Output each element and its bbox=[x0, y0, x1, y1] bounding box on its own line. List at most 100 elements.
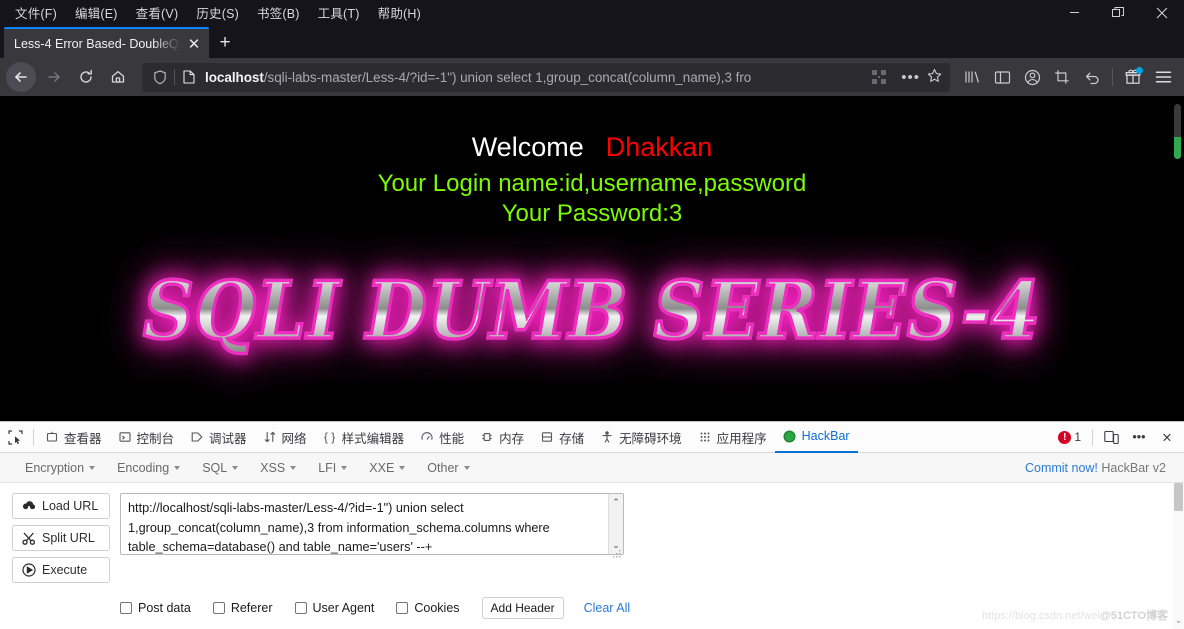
hackbar-menu-sql[interactable]: SQL bbox=[191, 461, 249, 475]
error-count-badge[interactable]: ! 1 bbox=[1058, 430, 1087, 444]
menu-bookmarks[interactable]: 书签(B) bbox=[248, 1, 309, 24]
textarea-scrollbar[interactable]: ⌃ ⌄ bbox=[608, 494, 623, 554]
load-url-button[interactable]: Load URL bbox=[12, 493, 110, 519]
hackbar-menu-xxe[interactable]: XXE bbox=[358, 461, 416, 475]
menu-label: XSS bbox=[260, 460, 286, 475]
new-tab-button[interactable]: + bbox=[209, 27, 241, 58]
hackbar-menu-other[interactable]: Other bbox=[416, 461, 480, 475]
devtools-tab-label: 控制台 bbox=[136, 431, 175, 446]
close-icon[interactable] bbox=[1140, 0, 1184, 25]
bookmark-star-icon[interactable] bbox=[927, 68, 944, 86]
back-button-icon[interactable] bbox=[6, 62, 36, 92]
cloud-download-icon bbox=[21, 500, 36, 512]
url-input-textarea[interactable] bbox=[120, 493, 624, 555]
devtools-tab-console[interactable]: 控制台 bbox=[110, 422, 183, 453]
qr-code-icon[interactable] bbox=[872, 70, 887, 84]
devtools-tab-label: 存储 bbox=[559, 431, 585, 446]
forward-button-icon[interactable] bbox=[38, 62, 70, 92]
sidebar-icon[interactable] bbox=[987, 62, 1017, 92]
menu-edit[interactable]: 编辑(E) bbox=[66, 1, 127, 24]
devtools-tab-inspector[interactable]: 查看器 bbox=[37, 422, 110, 453]
execute-button[interactable]: Execute bbox=[12, 557, 110, 583]
page-scrollbar-thumb[interactable] bbox=[1174, 104, 1181, 159]
hackbar-panel-scrollbar[interactable]: ⌄ bbox=[1173, 483, 1184, 629]
accessibility-icon bbox=[600, 431, 614, 443]
page-content: Welcome Dhakkan Your Login name:id,userna… bbox=[0, 96, 1184, 421]
checkbox-label: Cookies bbox=[414, 601, 460, 615]
inspector-icon bbox=[45, 431, 59, 443]
devtools-tab-hackbar[interactable]: HackBar bbox=[774, 422, 858, 453]
checkbox-cookies[interactable]: Cookies bbox=[396, 601, 460, 615]
watermark-url: https://blog.csdn.net/wei bbox=[982, 610, 1101, 622]
checkbox-box[interactable] bbox=[396, 602, 409, 614]
hackbar-menu-xss[interactable]: XSS bbox=[249, 461, 307, 475]
undo-icon[interactable] bbox=[1077, 62, 1107, 92]
chevron-down-icon bbox=[399, 465, 406, 470]
devtools-tab-storage[interactable]: 存储 bbox=[532, 422, 592, 453]
menu-tools[interactable]: 工具(T) bbox=[309, 1, 369, 24]
menu-file[interactable]: 文件(F) bbox=[6, 1, 66, 24]
devtools-tab-style-editor[interactable]: { } 样式编辑器 bbox=[315, 422, 413, 453]
checkbox-box[interactable] bbox=[120, 602, 132, 614]
url-divider bbox=[174, 69, 175, 85]
devtools-tab-network[interactable]: 网络 bbox=[255, 422, 315, 453]
textarea-resize-grip[interactable] bbox=[613, 550, 622, 559]
commit-now-link[interactable]: Commit now! bbox=[1025, 461, 1098, 475]
devtools-tab-debugger[interactable]: 调试器 bbox=[182, 422, 255, 453]
page-scrollbar[interactable] bbox=[1171, 96, 1184, 421]
hamburger-menu-icon[interactable] bbox=[1148, 62, 1178, 92]
responsive-design-mode-icon[interactable] bbox=[1098, 424, 1124, 450]
checkbox-post-data[interactable]: Post data bbox=[120, 601, 191, 615]
clear-all-link[interactable]: Clear All bbox=[584, 601, 631, 615]
checkbox-referer[interactable]: Referer bbox=[212, 601, 273, 615]
chevron-down-icon bbox=[341, 465, 348, 470]
hackbar-body: Load URL Split URL Execute http://localh… bbox=[0, 483, 1184, 629]
devtools-tab-performance[interactable]: 性能 bbox=[412, 422, 472, 453]
menu-view[interactable]: 查看(V) bbox=[127, 1, 188, 24]
minimize-icon[interactable] bbox=[1052, 0, 1096, 25]
scroll-down-icon[interactable]: ⌄ bbox=[1174, 615, 1183, 626]
reload-button-icon[interactable] bbox=[70, 62, 102, 92]
hackbar-menu-lfi[interactable]: LFI bbox=[307, 461, 358, 475]
firefox-browser-window: 文件(F) 编辑(E) 查看(V) 历史(S) 书签(B) 工具(T) 帮助(H… bbox=[0, 0, 1184, 629]
restore-icon[interactable] bbox=[1096, 0, 1140, 25]
devtools-tab-label: 网络 bbox=[281, 431, 307, 446]
chevron-down-icon bbox=[174, 465, 181, 470]
url-bar[interactable]: localhost/sqli-labs-master/Less-4/?id=-1… bbox=[142, 62, 950, 92]
devtools-tab-accessibility[interactable]: 无障碍环境 bbox=[592, 422, 690, 453]
checkbox-box[interactable] bbox=[212, 602, 225, 614]
checkbox-user-agent[interactable]: User Agent bbox=[294, 601, 374, 615]
element-picker-icon[interactable] bbox=[0, 429, 30, 445]
devtools-tab-label: 样式编辑器 bbox=[341, 431, 405, 446]
screenshot-icon[interactable] bbox=[1047, 62, 1077, 92]
gift-icon[interactable] bbox=[1118, 62, 1148, 92]
scroll-up-icon[interactable]: ⌃ bbox=[612, 497, 620, 508]
chevron-down-icon bbox=[290, 465, 297, 470]
memory-icon bbox=[480, 431, 494, 443]
hackbar-scrollbar-thumb[interactable] bbox=[1174, 483, 1183, 511]
menu-history[interactable]: 历史(S) bbox=[187, 1, 248, 24]
home-button-icon[interactable] bbox=[102, 62, 134, 92]
account-icon[interactable] bbox=[1017, 62, 1047, 92]
hackbar-menu-encryption[interactable]: Encryption bbox=[14, 461, 106, 475]
hackbar-brand: Commit now! HackBar v2 bbox=[1025, 461, 1166, 475]
menu-help[interactable]: 帮助(H) bbox=[369, 1, 430, 24]
devtools-tab-application[interactable]: 应用程序 bbox=[690, 422, 775, 453]
add-header-button[interactable]: Add Header bbox=[481, 597, 564, 619]
devtools-close-icon[interactable]: ✕ bbox=[1154, 424, 1180, 450]
watermark-site: @51CTO博客 bbox=[1100, 610, 1168, 622]
devtools-tab-memory[interactable]: 内存 bbox=[472, 422, 532, 453]
library-icon[interactable] bbox=[957, 62, 987, 92]
chevron-down-icon bbox=[463, 465, 470, 470]
devtools-more-menu-icon[interactable]: ••• bbox=[1126, 424, 1152, 450]
tab-close-icon[interactable]: ✕ bbox=[185, 35, 203, 53]
devtools-divider bbox=[33, 428, 34, 446]
page-actions-icon[interactable]: ••• bbox=[894, 69, 927, 86]
hackbar-menu-encoding[interactable]: Encoding bbox=[106, 461, 191, 475]
performance-icon bbox=[420, 431, 434, 443]
split-url-button[interactable]: Split URL bbox=[12, 525, 110, 551]
url-text[interactable]: localhost/sqli-labs-master/Less-4/?id=-1… bbox=[201, 70, 872, 85]
shield-icon[interactable] bbox=[148, 69, 172, 85]
browser-tab-active[interactable]: Less-4 Error Based- DoubleQuot ✕ bbox=[4, 27, 209, 58]
checkbox-box[interactable] bbox=[294, 602, 307, 614]
